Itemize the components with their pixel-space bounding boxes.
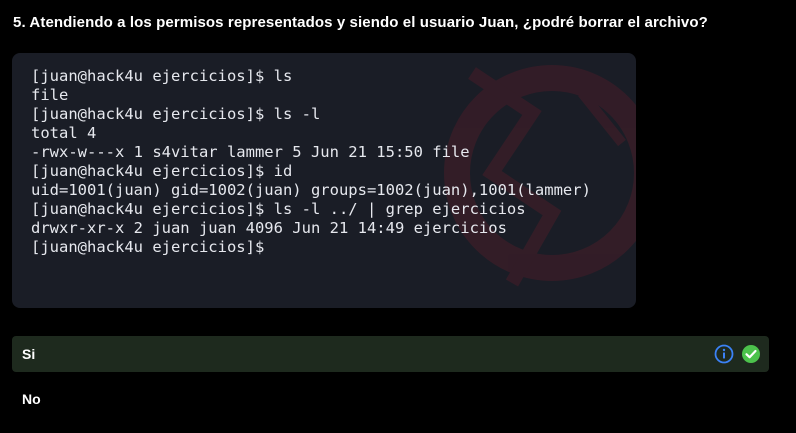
check-circle-icon [742, 345, 760, 363]
answer-option-si[interactable]: Si [12, 336, 769, 372]
answer-label: No [22, 391, 41, 407]
terminal-output: [juan@hack4u ejercicios]$ ls file [juan@… [31, 67, 591, 257]
terminal-line: [juan@hack4u ejercicios]$ ls -l [31, 105, 321, 123]
terminal-line: total 4 [31, 124, 97, 142]
terminal-line: file [31, 86, 69, 104]
terminal-line: [juan@hack4u ejercicios]$ ls [31, 67, 293, 85]
answer-option-no[interactable]: No [12, 381, 769, 417]
terminal-line: [juan@hack4u ejercicios]$ [31, 238, 265, 256]
terminal-line: -rwx-w---x 1 s4vitar lammer 5 Jun 21 15:… [31, 143, 470, 161]
terminal-line: [juan@hack4u ejercicios]$ ls -l ../ | gr… [31, 200, 526, 218]
answer-label: Si [22, 346, 36, 362]
terminal-line: [juan@hack4u ejercicios]$ id [31, 162, 293, 180]
terminal-line: uid=1001(juan) gid=1002(juan) groups=100… [31, 181, 591, 199]
terminal-block: [juan@hack4u ejercicios]$ ls file [juan@… [12, 53, 636, 308]
terminal-line: drwxr-xr-x 2 juan juan 4096 Jun 21 14:49… [31, 219, 507, 237]
question-title: 5. Atendiendo a los permisos representad… [13, 14, 708, 31]
quiz-page: 5. Atendiendo a los permisos representad… [0, 0, 796, 433]
info-icon[interactable] [714, 344, 734, 364]
